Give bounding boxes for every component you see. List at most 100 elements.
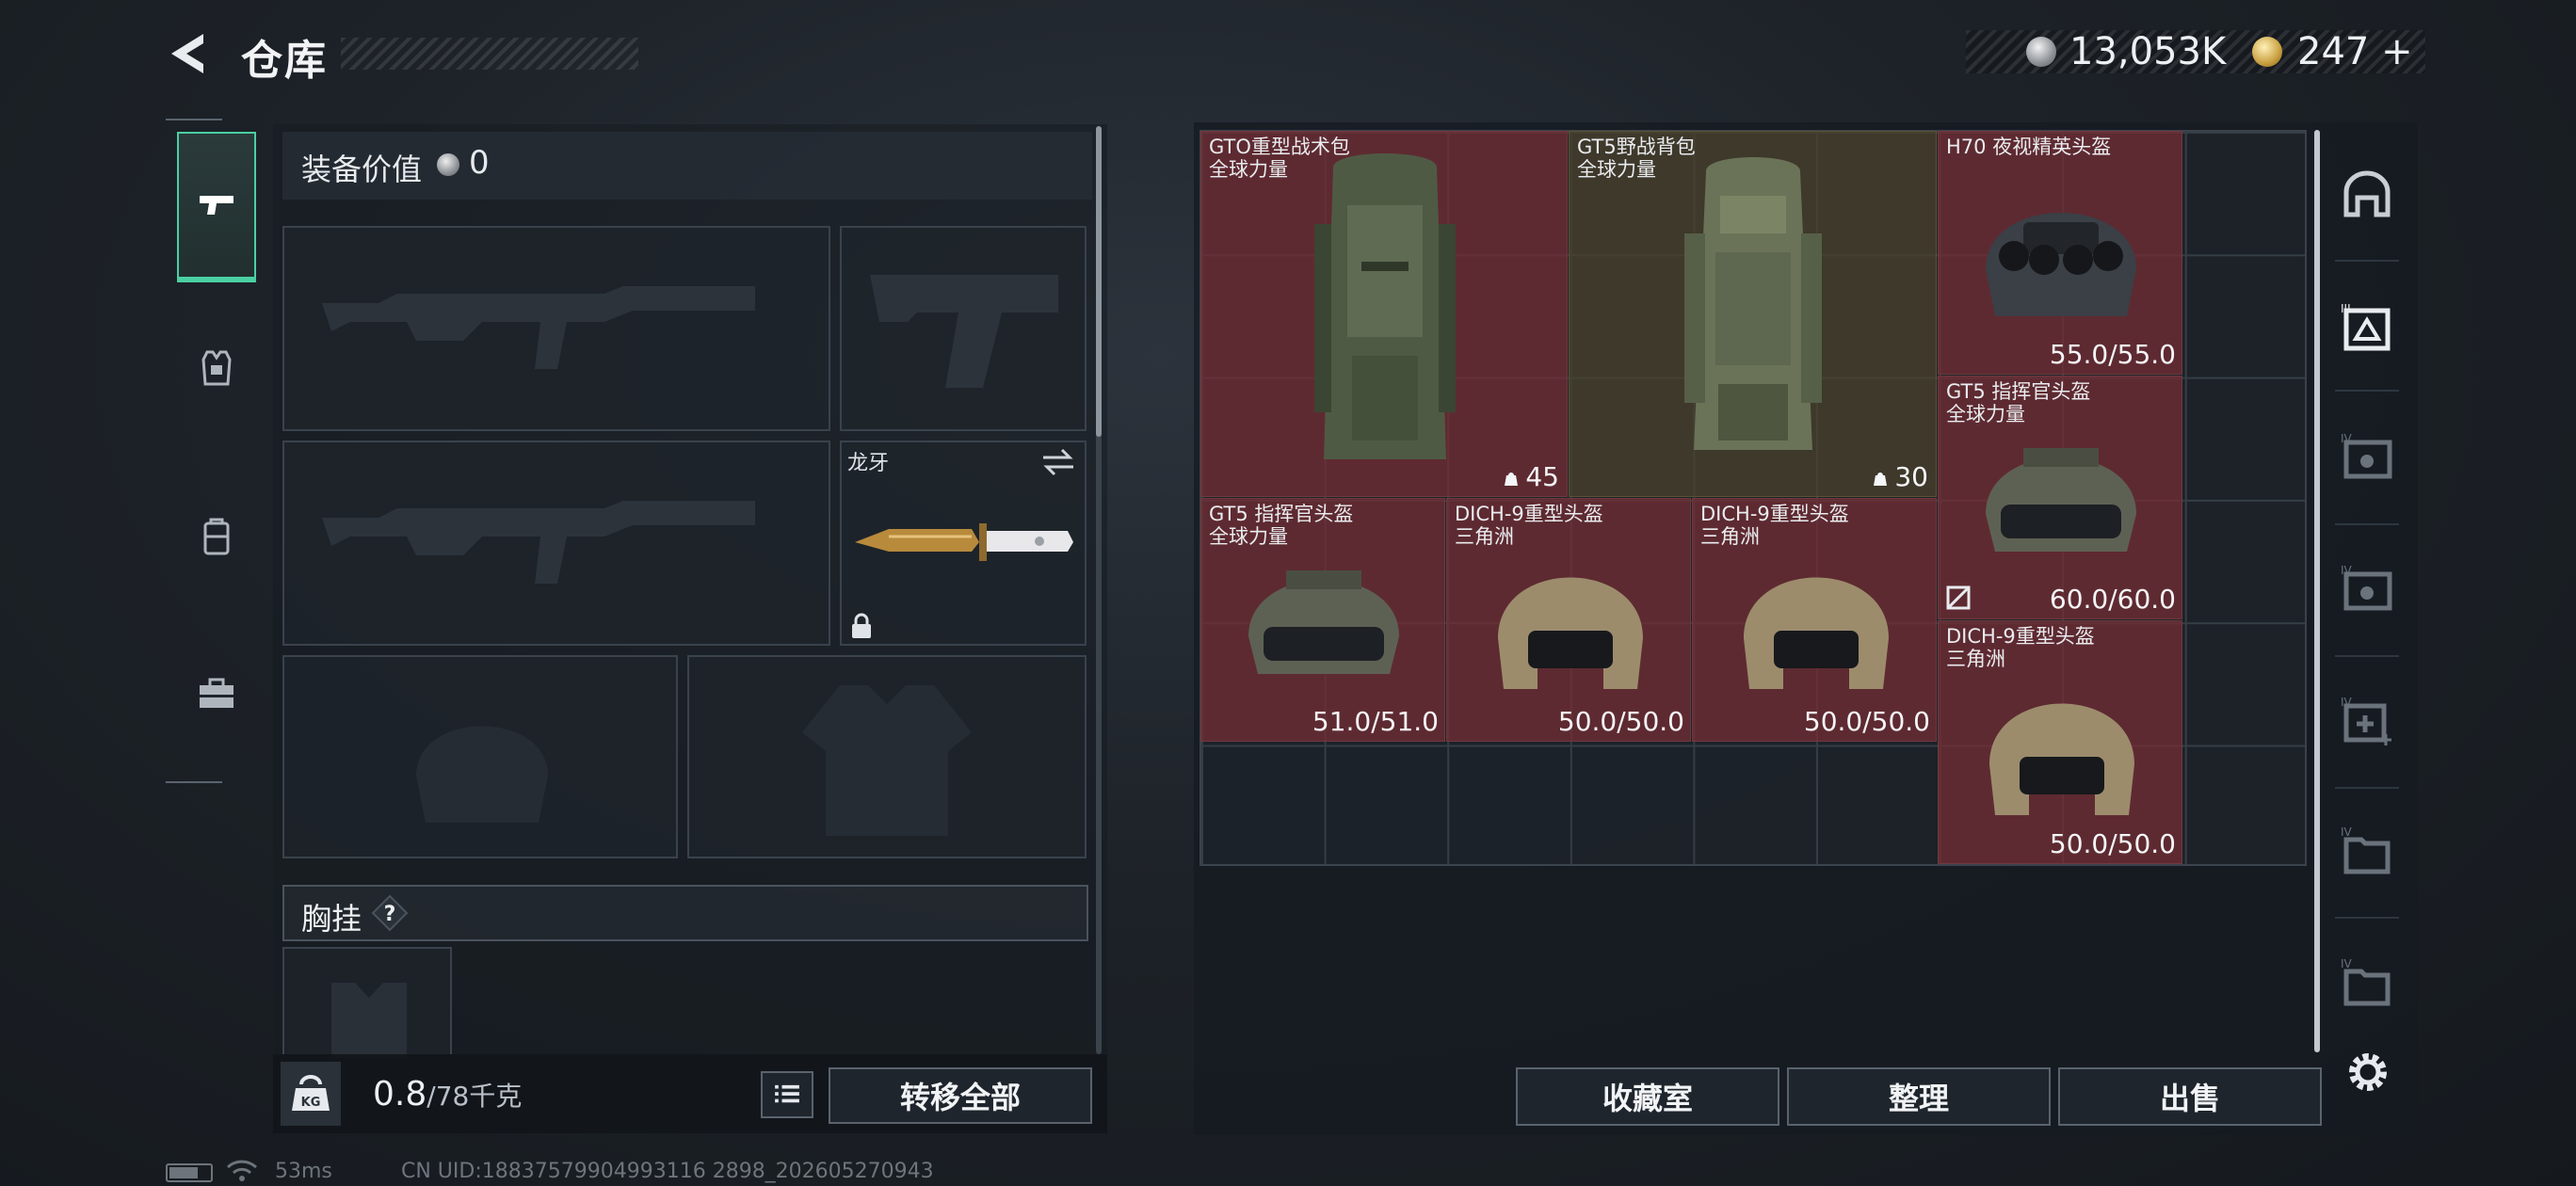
divider (2335, 523, 2399, 525)
pistol-silhouette-icon (870, 275, 1058, 388)
item-durability: 51.0/51.0 (1312, 706, 1439, 737)
chest-rig-label: 胸挂 (301, 901, 362, 937)
helmet-image (1744, 577, 1889, 689)
collection-room-button[interactable]: 收藏室 (1516, 1067, 1779, 1126)
item-name: H70 夜视精英头盔 (1946, 136, 2112, 158)
case-lv3-icon[interactable]: III (2339, 299, 2395, 356)
back-arrow-icon[interactable] (166, 30, 211, 77)
capacity-icon (1874, 473, 1888, 486)
stash-item-h70-helmet[interactable]: H70 夜视精英头盔 55.0/55.0 (1938, 131, 2182, 375)
backpack-image (1684, 157, 1822, 450)
organize-button[interactable]: 整理 (1787, 1067, 2051, 1126)
sell-button[interactable]: 出售 (2058, 1067, 2322, 1126)
helmet-silhouette-icon (416, 726, 548, 823)
stash-item-dich9-helmet[interactable]: DICH-9重型头盔 三角洲 50.0/50.0 (1446, 498, 1691, 742)
base-icon[interactable] (2339, 168, 2395, 224)
no-repair-icon (1946, 585, 1971, 610)
list-view-button[interactable] (761, 1071, 813, 1118)
ping-text: 53ms (275, 1160, 332, 1183)
uid-text: CN UID:18837579904993116 2898_2026052709… (401, 1160, 934, 1183)
lock-icon (852, 613, 871, 638)
armor-silhouette-icon (802, 685, 972, 836)
weight-icon-box: KG (281, 1062, 341, 1126)
equipment-value-label: 装备价值 (301, 152, 423, 187)
loadout-scrollbar-thumb[interactable] (1096, 126, 1102, 437)
item-capacity: 30 (1872, 461, 1928, 492)
item-name: DICH-9重型头盔 (1946, 625, 2095, 648)
divider (2335, 655, 2399, 657)
item-name: GT5 指挥官头盔 (1946, 380, 2091, 403)
pistol-icon (200, 196, 233, 215)
kettlebell-icon: KG (292, 1075, 330, 1111)
svg-text:IV: IV (2341, 957, 2353, 970)
item-durability: 50.0/50.0 (2049, 828, 2176, 859)
item-brand: 全球力量 (1209, 158, 1288, 181)
stash-item-gt5-backpack[interactable]: GT5野战背包 全球力量 30 (1569, 131, 1937, 497)
pistol-slot[interactable] (840, 226, 1087, 431)
item-capacity-value: 45 (1525, 461, 1559, 492)
item-capacity: 45 (1503, 461, 1559, 492)
title-decoration (341, 38, 638, 70)
svg-text:KG: KG (301, 1096, 321, 1110)
body-armor-slot[interactable] (687, 655, 1087, 858)
case-lv4-plus-icon[interactable]: IV (2339, 693, 2395, 749)
rifle-silhouette-icon (322, 286, 755, 369)
page-title: 仓库 (241, 37, 328, 85)
transfer-all-button[interactable]: 转移全部 (829, 1067, 1092, 1124)
knife-icon (855, 523, 1073, 561)
backpack-image (1314, 153, 1456, 459)
divider (2335, 390, 2399, 392)
gold-balance[interactable]: 247 + (2297, 30, 2413, 73)
stash-item-dich9-helmet[interactable]: DICH-9重型头盔 三角洲 50.0/50.0 (1938, 620, 2182, 864)
item-brand: 全球力量 (1577, 158, 1656, 181)
svg-text:IV: IV (2341, 825, 2353, 839)
case-lv4-icon[interactable]: IV (2339, 429, 2395, 486)
chest-rig-silhouette-icon (331, 983, 407, 1058)
tab-armor[interactable] (177, 320, 256, 414)
carry-weight: 0.8/78千克 (373, 1075, 522, 1114)
svg-text:?: ? (384, 903, 396, 926)
coin-icon (437, 153, 459, 176)
folder-lv4-b-icon[interactable]: IV (2339, 954, 2395, 1011)
add-gold-icon[interactable]: + (2381, 30, 2413, 73)
divider (2335, 787, 2399, 789)
equipment-value: 0 (469, 144, 490, 182)
primary-weapon-slot[interactable] (282, 226, 830, 431)
tab-weapons[interactable] (177, 132, 256, 282)
gear-icon[interactable] (2341, 1045, 2395, 1099)
melee-item-name: 龙牙 (847, 452, 890, 475)
stash-item-gt5-helmet[interactable]: GT5 指挥官头盔 全球力量 60.0/60.0 (1938, 376, 2182, 619)
stash-scrollbar-thumb[interactable] (2314, 130, 2320, 1052)
secondary-weapon-slot[interactable] (282, 441, 830, 646)
help-icon[interactable]: ? (371, 894, 409, 932)
helmet-image (1986, 213, 2136, 316)
helmet-image (1989, 703, 2134, 815)
chest-rig-slot[interactable] (282, 947, 452, 1058)
tab-backpack[interactable] (177, 489, 256, 584)
case-lv4-b-icon[interactable]: IV (2339, 561, 2395, 617)
item-name: GT5 指挥官头盔 (1209, 503, 1354, 525)
folder-lv4-icon[interactable]: IV (2339, 823, 2395, 879)
coin-balance: 13,053K (2069, 30, 2227, 73)
carry-weight-capacity: /78千克 (427, 1081, 523, 1112)
item-name: DICH-9重型头盔 (1455, 503, 1603, 525)
helmet-image (1248, 570, 1399, 674)
item-durability: 55.0/55.0 (2049, 339, 2176, 370)
divider (2335, 917, 2399, 919)
helmet-slot[interactable] (282, 655, 678, 858)
helmet-image (1986, 448, 2136, 552)
toolbox-icon (200, 678, 233, 708)
item-durability: 50.0/50.0 (1803, 706, 1930, 737)
stash-item-gto-backpack[interactable]: GTO重型战术包 全球力量 45 (1200, 131, 1568, 497)
stash-item-gt5-helmet[interactable]: GT5 指挥官头盔 全球力量 51.0/51.0 (1200, 498, 1445, 742)
armor-vest-icon (201, 350, 232, 386)
gold-coin-icon (2252, 37, 2282, 67)
divider (2335, 260, 2399, 262)
swap-icon[interactable] (1039, 446, 1077, 478)
stash-item-dich9-helmet[interactable]: DICH-9重型头盔 三角洲 50.0/50.0 (1692, 498, 1937, 742)
carry-weight-value: 0.8 (373, 1075, 427, 1114)
item-capacity-value: 30 (1894, 461, 1928, 492)
item-name: DICH-9重型头盔 (1700, 503, 1849, 525)
rifle-silhouette-icon (322, 501, 755, 584)
tab-toolbox[interactable] (177, 646, 256, 740)
